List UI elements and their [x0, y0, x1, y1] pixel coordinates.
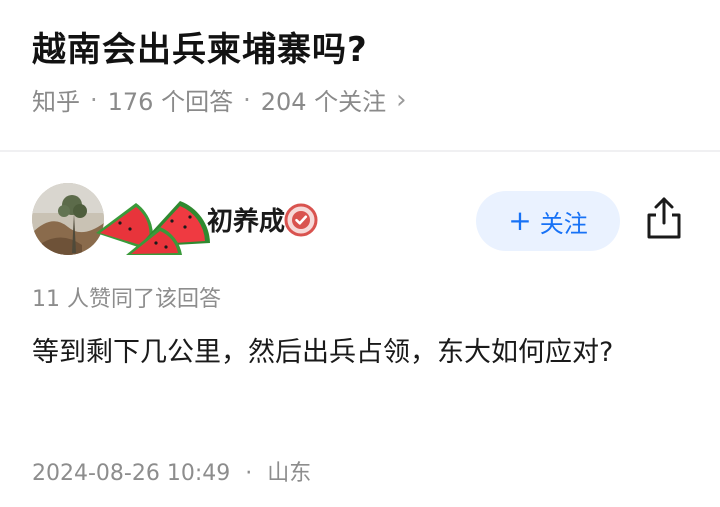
follow-button[interactable]: + 关注 — [476, 191, 620, 251]
answer-location: 山东 — [267, 461, 312, 486]
question-meta[interactable]: 知乎 · 176 个回答 · 204 个关注 › — [32, 82, 407, 117]
meta-separator: · — [243, 85, 251, 114]
section-divider — [0, 150, 720, 152]
answer-footer: 2024-08-26 10:49 · 山东 — [32, 455, 311, 487]
answer-date: 2024-08-26 10:49 — [32, 461, 231, 486]
share-icon[interactable] — [644, 195, 684, 241]
verified-badge-icon — [284, 203, 318, 237]
source-label: 知乎 — [32, 88, 80, 116]
follow-button-label: 关注 — [539, 209, 588, 238]
chevron-right-icon: › — [396, 84, 407, 115]
author-name[interactable]: 初养成 — [207, 201, 285, 238]
meta-separator: · — [90, 85, 98, 114]
author-row: 初养成 + 关注 — [32, 183, 688, 263]
watermelon-badge-icon — [96, 201, 210, 255]
meta-separator: · — [245, 461, 253, 486]
answer-content[interactable]: 等到剩下几公里，然后出兵占领，东大如何应对? — [32, 330, 652, 376]
follow-count: 204 个关注 — [260, 88, 387, 116]
likes-count[interactable]: 11 人赞同了该回答 — [32, 281, 221, 313]
question-title[interactable]: 越南会出兵柬埔寨吗? — [32, 22, 368, 71]
answer-count: 176 个回答 — [107, 88, 234, 116]
answer-page: 越南会出兵柬埔寨吗? 知乎 · 176 个回答 · 204 个关注 › 初养成 … — [0, 0, 720, 507]
plus-icon: + — [508, 204, 532, 237]
